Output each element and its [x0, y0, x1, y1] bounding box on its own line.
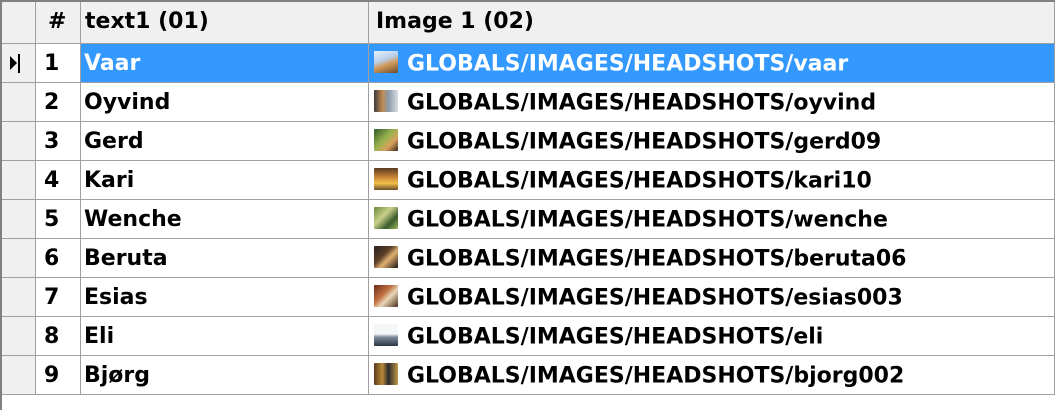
headshot-thumbnail-icon [374, 51, 398, 73]
image1-cell[interactable]: GLOBALS/IMAGES/HEADSHOTS/oyvind [369, 83, 1055, 122]
table-row[interactable]: 5 Wenche GLOBALS/IMAGES/HEADSHOTS/wenche [2, 200, 1055, 239]
text1-cell[interactable]: Vaar [81, 44, 369, 83]
grid-header-row: # text1 (01) Image 1 (02) [2, 2, 1055, 44]
image-path: GLOBALS/IMAGES/HEADSHOTS/gerd09 [407, 129, 882, 155]
table-row[interactable]: 2 Oyvind GLOBALS/IMAGES/HEADSHOTS/oyvind [2, 83, 1055, 122]
table-row[interactable]: 1 Vaar GLOBALS/IMAGES/HEADSHOTS/vaar [2, 44, 1055, 83]
row-number: 6 [36, 239, 81, 278]
row-number: 2 [36, 83, 81, 122]
row-number: 7 [36, 278, 81, 317]
image-path: GLOBALS/IMAGES/HEADSHOTS/kari10 [407, 168, 872, 194]
header-row-number[interactable]: # [36, 2, 81, 44]
text1-cell[interactable]: Oyvind [81, 83, 369, 122]
text1-cell[interactable]: Bjørg [81, 356, 369, 395]
row-indicator[interactable] [2, 278, 36, 317]
image-path: GLOBALS/IMAGES/HEADSHOTS/bjorg002 [407, 363, 905, 389]
image-path: GLOBALS/IMAGES/HEADSHOTS/oyvind [407, 90, 877, 116]
image1-cell[interactable]: GLOBALS/IMAGES/HEADSHOTS/wenche [369, 200, 1055, 239]
row-number: 4 [36, 161, 81, 200]
headshot-thumbnail-icon [374, 285, 398, 307]
image-path: GLOBALS/IMAGES/HEADSHOTS/esias003 [407, 285, 903, 311]
table-row[interactable]: 9 Bjørg GLOBALS/IMAGES/HEADSHOTS/bjorg00… [2, 356, 1055, 395]
header-image1-column[interactable]: Image 1 (02) [369, 2, 1055, 44]
row-indicator[interactable] [2, 200, 36, 239]
row-indicator[interactable] [2, 83, 36, 122]
headshot-thumbnail-icon [374, 90, 398, 112]
table-row[interactable]: 7 Esias GLOBALS/IMAGES/HEADSHOTS/esias00… [2, 278, 1055, 317]
text1-cell[interactable]: Beruta [81, 239, 369, 278]
table-row[interactable]: 8 Eli GLOBALS/IMAGES/HEADSHOTS/eli [2, 317, 1055, 356]
row-number: 1 [36, 44, 81, 83]
text1-cell[interactable]: Esias [81, 278, 369, 317]
row-indicator[interactable] [2, 122, 36, 161]
headshot-thumbnail-icon [374, 324, 398, 346]
text1-cell[interactable]: Gerd [81, 122, 369, 161]
headshot-thumbnail-icon [374, 168, 398, 190]
image1-cell[interactable]: GLOBALS/IMAGES/HEADSHOTS/gerd09 [369, 122, 1055, 161]
image-path: GLOBALS/IMAGES/HEADSHOTS/vaar [407, 51, 849, 77]
headshot-thumbnail-icon [374, 363, 398, 385]
row-indicator[interactable] [2, 161, 36, 200]
image-path: GLOBALS/IMAGES/HEADSHOTS/wenche [407, 207, 888, 233]
text1-cell[interactable]: Kari [81, 161, 369, 200]
table-row[interactable]: 3 Gerd GLOBALS/IMAGES/HEADSHOTS/gerd09 [2, 122, 1055, 161]
current-row-pointer-icon [10, 56, 17, 70]
headshot-thumbnail-icon [374, 129, 398, 151]
image-path: GLOBALS/IMAGES/HEADSHOTS/beruta06 [407, 246, 907, 272]
table-row[interactable]: 4 Kari GLOBALS/IMAGES/HEADSHOTS/kari10 [2, 161, 1055, 200]
header-text1-column[interactable]: text1 (01) [81, 2, 369, 44]
row-number: 5 [36, 200, 81, 239]
current-row-cursor-bar [18, 54, 20, 73]
header-corner[interactable] [2, 2, 36, 44]
image1-cell[interactable]: GLOBALS/IMAGES/HEADSHOTS/esias003 [369, 278, 1055, 317]
row-number: 3 [36, 122, 81, 161]
row-number: 9 [36, 356, 81, 395]
image1-cell[interactable]: GLOBALS/IMAGES/HEADSHOTS/beruta06 [369, 239, 1055, 278]
headshot-thumbnail-icon [374, 207, 398, 229]
table-row[interactable]: 6 Beruta GLOBALS/IMAGES/HEADSHOTS/beruta… [2, 239, 1055, 278]
row-number: 8 [36, 317, 81, 356]
data-grid[interactable]: # text1 (01) Image 1 (02) 1 Vaar GLOBALS… [0, 0, 1055, 410]
image1-cell[interactable]: GLOBALS/IMAGES/HEADSHOTS/kari10 [369, 161, 1055, 200]
text1-cell[interactable]: Wenche [81, 200, 369, 239]
row-indicator[interactable] [2, 44, 36, 83]
row-indicator[interactable] [2, 356, 36, 395]
image1-cell[interactable]: GLOBALS/IMAGES/HEADSHOTS/vaar [369, 44, 1055, 83]
image1-cell[interactable]: GLOBALS/IMAGES/HEADSHOTS/eli [369, 317, 1055, 356]
headshot-thumbnail-icon [374, 246, 398, 268]
row-indicator[interactable] [2, 317, 36, 356]
image1-cell[interactable]: GLOBALS/IMAGES/HEADSHOTS/bjorg002 [369, 356, 1055, 395]
text1-cell[interactable]: Eli [81, 317, 369, 356]
row-indicator[interactable] [2, 239, 36, 278]
image-path: GLOBALS/IMAGES/HEADSHOTS/eli [407, 324, 824, 350]
